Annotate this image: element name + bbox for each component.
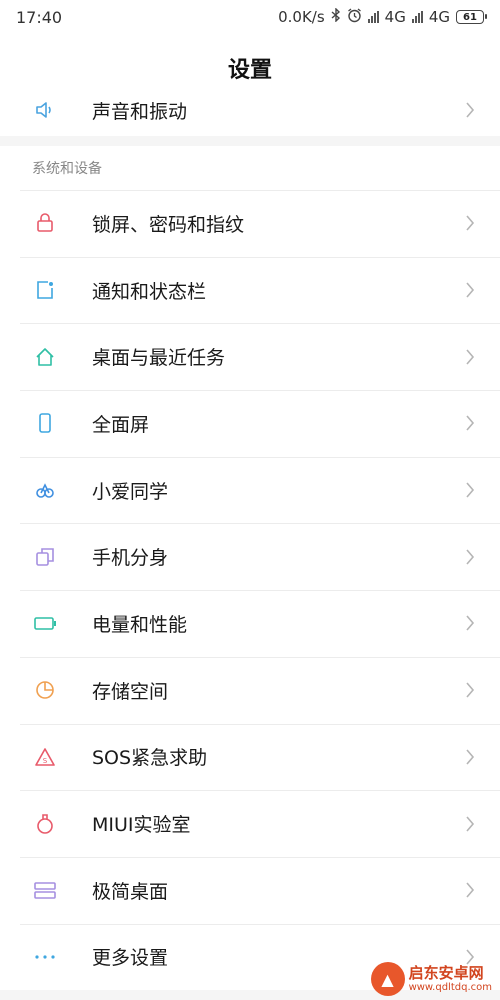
settings-item-label: 桌面与最近任务 — [92, 347, 226, 370]
section-title: 系统和设备 — [32, 161, 102, 177]
status-indicators: 0.0K/s 4G 4G 61 — [278, 7, 487, 27]
minimal-desktop-icon — [33, 878, 57, 902]
signal-icon — [411, 11, 423, 23]
battery-icon — [33, 611, 57, 635]
battery-indicator: 61 — [456, 10, 487, 24]
network-type-1: 4G — [384, 8, 406, 26]
settings-item-label: 锁屏、密码和指纹 — [92, 213, 245, 236]
chevron-right-icon — [464, 547, 476, 567]
chevron-right-icon — [464, 814, 476, 834]
settings-item[interactable]: 全面屏 — [0, 390, 500, 457]
sos-icon: S — [33, 745, 57, 769]
settings-item-label: 更多设置 — [92, 947, 169, 970]
chevron-right-icon — [464, 100, 476, 120]
settings-item[interactable]: 小爱同学 — [0, 456, 500, 524]
settings-item[interactable]: 锁屏、密码和指纹 — [0, 190, 500, 257]
settings-item[interactable]: 桌面与最近任务 — [0, 323, 500, 390]
page-title: 设置 — [0, 34, 500, 102]
svg-text:S: S — [43, 757, 48, 765]
watermark: ▲ 启东安卓网 www.qdltdq.com — [370, 962, 492, 996]
watermark-name: 启东安卓网 — [408, 964, 484, 983]
settings-item-label: 电量和性能 — [92, 613, 188, 636]
chevron-right-icon — [464, 413, 476, 433]
chevron-right-icon — [464, 613, 476, 633]
pie-chart-icon — [33, 678, 57, 702]
watermark-logo-icon: ▲ — [370, 962, 405, 996]
settings-item[interactable]: S SOS紧急求助 — [0, 723, 500, 791]
watermark-url: www.qdltdq.com — [408, 981, 492, 993]
settings-item-label: 极简桌面 — [92, 880, 169, 903]
chevron-right-icon — [464, 280, 476, 300]
more-icon — [33, 945, 57, 969]
home-icon — [33, 345, 57, 369]
settings-item[interactable]: 电量和性能 — [0, 590, 500, 657]
chevron-right-icon — [464, 480, 476, 500]
settings-item-label: SOS紧急求助 — [92, 747, 208, 770]
settings-item[interactable]: MIUI实验室 — [0, 790, 500, 857]
chevron-right-icon — [464, 880, 476, 900]
settings-list: 锁屏、密码和指纹 通知和状态栏 桌面与最近任务 全面屏小爱同学手机分身电量和性能存储空… — [0, 190, 500, 990]
notification-icon — [33, 278, 57, 302]
xiaoai-icon — [33, 478, 57, 502]
dual-phone-icon — [33, 545, 57, 569]
chevron-right-icon — [464, 747, 476, 767]
settings-item-label: 存储空间 — [92, 680, 169, 703]
alarm-icon — [347, 7, 362, 27]
phone-icon — [33, 411, 57, 435]
status-bar: 17:40 0.0K/s 4G 4G 61 — [0, 0, 500, 34]
bluetooth-icon — [331, 7, 341, 26]
flask-icon — [33, 812, 57, 836]
settings-item-label: 通知和状态栏 — [92, 280, 207, 303]
settings-item-label: 小爱同学 — [92, 480, 169, 503]
status-time: 17:40 — [16, 7, 63, 27]
settings-item[interactable]: 存储空间 — [0, 656, 500, 724]
network-speed: 0.0K/s — [278, 8, 325, 26]
chevron-right-icon — [464, 680, 476, 700]
network-type-2: 4G — [428, 8, 450, 26]
lock-icon — [33, 211, 57, 235]
settings-item-label: 手机分身 — [92, 547, 169, 570]
settings-item-label: 全面屏 — [92, 413, 150, 436]
chevron-right-icon — [464, 213, 476, 233]
section-divider — [0, 136, 500, 146]
signal-icon — [367, 11, 379, 23]
settings-item[interactable]: 手机分身 — [0, 523, 500, 590]
settings-item[interactable]: 通知和状态栏 — [0, 256, 500, 324]
settings-item[interactable]: 极简桌面 — [0, 856, 500, 924]
settings-item-label: MIUI实验室 — [92, 814, 191, 837]
chevron-right-icon — [464, 347, 476, 367]
